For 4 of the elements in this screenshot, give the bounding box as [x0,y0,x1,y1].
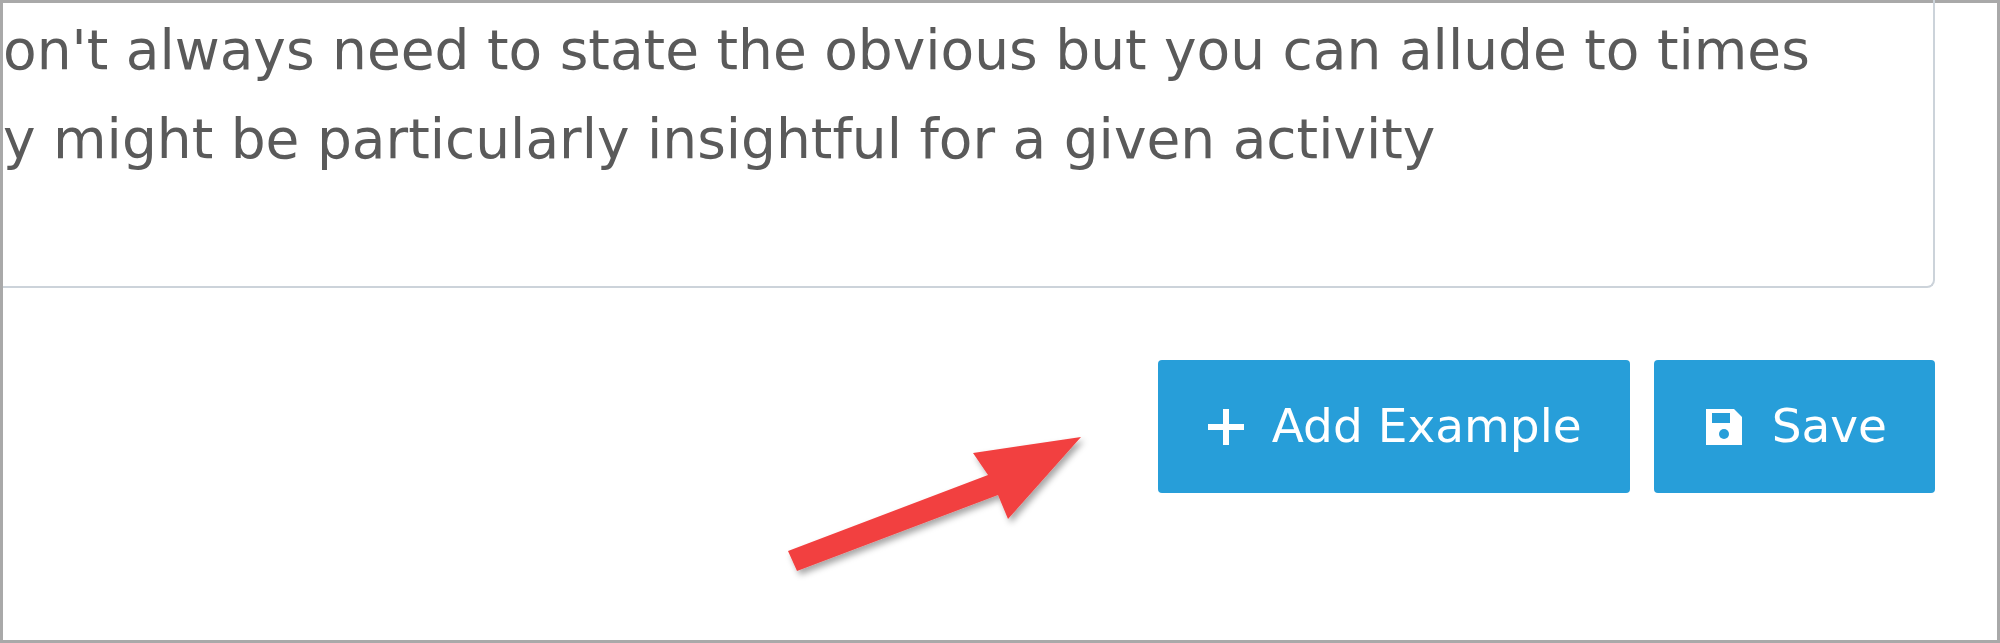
text-field[interactable]: on't always need to state the obvious but you can allude to times y might be particularly insightful for a given activity [3,0,1935,288]
plus-icon [1205,406,1246,447]
save-button[interactable]: Save [1653,360,1935,493]
add-button[interactable]: Add Example [1157,360,1630,493]
